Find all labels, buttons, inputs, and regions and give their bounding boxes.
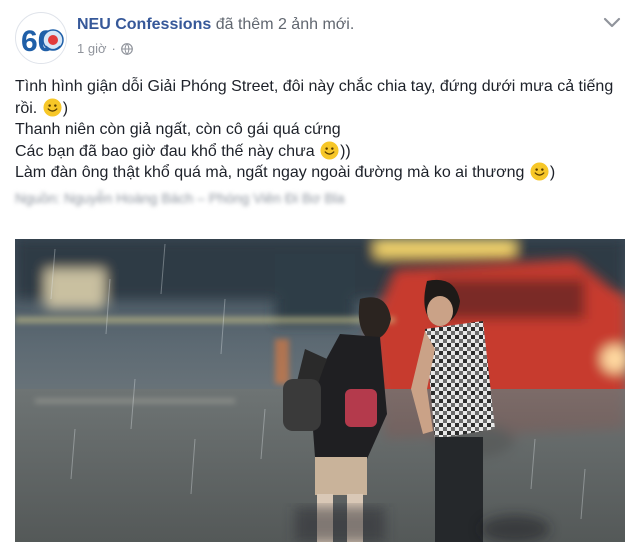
post-line-1: Tình hình giận dỗi Giải Phóng Street, đô…: [15, 76, 625, 119]
blurred-photo-credit: Nguồn: Nguyễn Hoàng Bách – Phóng Viên Đi…: [15, 189, 345, 206]
smiley-emoji-icon: [43, 97, 62, 117]
post-line-1-text: Tình hình giận dỗi Giải Phóng Street, đô…: [15, 78, 614, 117]
post-header: 60 NEU Confessions đã thêm 2 ảnh mới. 1 …: [15, 12, 625, 66]
post-line-3-tail: )): [340, 142, 351, 160]
post-line-3-text: Các bạn đã bao giờ đau khổ thế này chưa: [15, 142, 315, 160]
author-name-link[interactable]: NEU Confessions: [77, 16, 211, 33]
chevron-down-icon: [603, 17, 621, 28]
author-line: NEU Confessions đã thêm 2 ảnh mới.: [77, 16, 354, 34]
author-action-text: đã thêm 2 ảnh mới.: [215, 16, 355, 33]
page-avatar[interactable]: 60: [15, 12, 67, 64]
post-line-4-tail: ): [549, 164, 556, 181]
smiley-emoji-icon: [320, 140, 339, 160]
post-text: Tình hình giận dỗi Giải Phóng Street, đô…: [15, 76, 625, 208]
post-line-4: Làm đàn ông thật khổ quá mà, ngất ngay n…: [15, 162, 625, 184]
meta-separator: ·: [111, 41, 116, 56]
post-line-1-tail: ): [62, 99, 69, 117]
post-meta: 1 giờ ·: [77, 41, 133, 56]
post-line-4-text: Làm đàn ông thật khổ quá mà, ngất ngay n…: [15, 164, 525, 181]
neu-60-logo-icon: 60: [17, 14, 66, 63]
post-line-2: Thanh niên còn giả ngất, còn cô gái quá …: [15, 121, 341, 138]
photo-rainy-street-couple: [15, 239, 625, 542]
post-photo[interactable]: [15, 239, 625, 542]
post-line-3: Các bạn đã bao giờ đau khổ thế này chưa …: [15, 140, 625, 163]
post-options-button[interactable]: [599, 12, 625, 34]
globe-icon: [120, 42, 133, 55]
post-timestamp-link[interactable]: 1 giờ: [77, 41, 107, 56]
smiley-emoji-icon: [530, 162, 549, 181]
